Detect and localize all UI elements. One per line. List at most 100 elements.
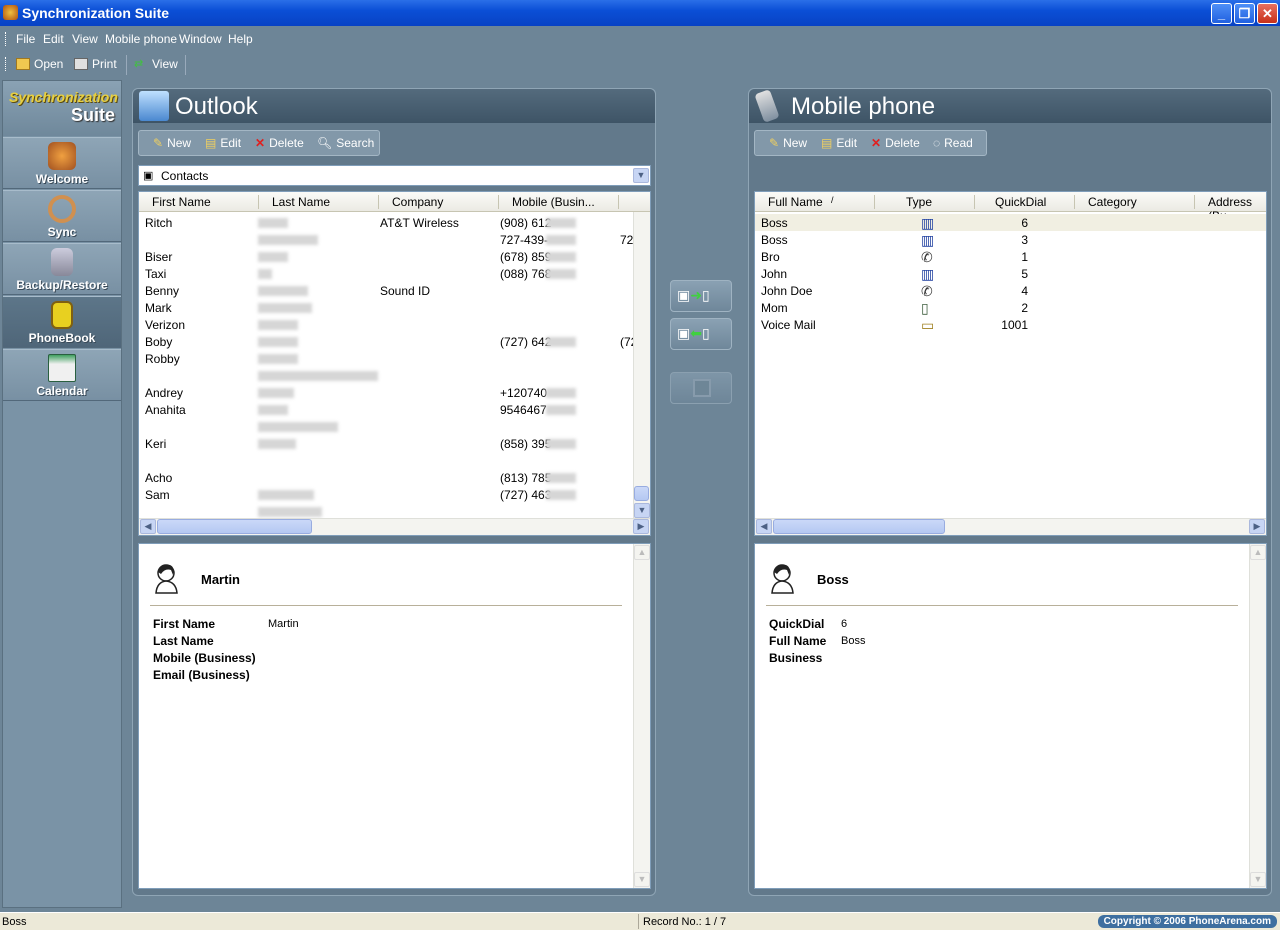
outlook-table-header: First Name Last Name Company Mobile (Bus… <box>139 192 650 212</box>
detail-label: Mobile (Business) <box>153 651 256 665</box>
mobile-table-hscrollbar[interactable]: ◀ ▶ <box>755 518 1266 535</box>
scroll-thumb[interactable] <box>773 519 945 534</box>
table-row[interactable] <box>139 367 634 384</box>
mobile-delete-button[interactable]: ✕ Delete <box>871 136 920 150</box>
scroll-thumb[interactable] <box>157 519 312 534</box>
outlook-new-label: New <box>167 136 192 150</box>
table-row[interactable]: Boss ▥ 3 <box>755 231 1266 248</box>
scroll-right-arrow[interactable]: ▶ <box>1249 519 1265 534</box>
menu-file[interactable]: File <box>16 32 35 46</box>
table-row[interactable]: Andrey +120740 <box>139 384 634 401</box>
avatar-icon <box>155 564 178 594</box>
table-row[interactable]: Anahita 9546467 <box>139 401 634 418</box>
detail-contact-name: Martin <box>201 572 240 587</box>
mobile-new-button[interactable]: ✎ New <box>769 136 807 150</box>
table-row[interactable]: Keri (858) 395 <box>139 435 634 452</box>
backup-phone-icon <box>51 248 73 276</box>
nav-sync[interactable]: Sync <box>3 190 121 242</box>
nav-backup-restore[interactable]: Backup/Restore <box>3 243 121 295</box>
col-first-name[interactable]: First Name <box>152 195 211 209</box>
col-full-name[interactable]: Full Name <box>768 195 823 209</box>
mobile-edit-button[interactable]: ▤ Edit <box>821 136 857 150</box>
col-category[interactable]: Category <box>1088 195 1137 209</box>
read-icon: ◌ <box>933 136 941 150</box>
table-row[interactable]: Biser (678) 859 <box>139 248 634 265</box>
col-mobile-business[interactable]: Mobile (Busin... <box>512 195 595 209</box>
outlook-edit-button[interactable]: ▤ Edit <box>205 136 241 150</box>
nav-welcome[interactable]: Welcome <box>3 137 121 189</box>
minimize-button[interactable]: _ <box>1211 3 1232 24</box>
table-cell: Keri <box>145 437 167 451</box>
nav-phonebook[interactable]: PhoneBook <box>3 296 121 348</box>
col-separator <box>618 195 619 209</box>
toolbar-separator <box>185 55 186 75</box>
outlook-delete-button[interactable]: ✕ Delete <box>255 136 304 150</box>
maximize-button[interactable]: ❐ <box>1234 3 1255 24</box>
table-row[interactable] <box>139 418 634 435</box>
table-row[interactable]: John ▥ 5 <box>755 265 1266 282</box>
scroll-down-arrow[interactable]: ▼ <box>634 503 650 518</box>
scroll-right-arrow[interactable]: ▶ <box>633 519 649 534</box>
table-row[interactable]: Verizon <box>139 316 634 333</box>
brand-logo: Synchronization Suite <box>3 81 121 136</box>
redacted-last-name <box>258 405 288 415</box>
menu-mobile-phone[interactable]: Mobile phone <box>105 32 177 46</box>
detail-vscrollbar[interactable]: ▲ ▼ <box>633 544 650 888</box>
menu-window[interactable]: Window <box>179 32 222 46</box>
table-cell: 3 <box>1021 233 1028 247</box>
col-type[interactable]: Type <box>906 195 932 209</box>
scroll-down-arrow[interactable]: ▼ <box>634 872 650 887</box>
table-row[interactable]: Bro ✆ 1 <box>755 248 1266 265</box>
outlook-contacts-table: First Name Last Name Company Mobile (Bus… <box>138 191 651 536</box>
outlook-table-vscrollbar[interactable]: ▼ <box>633 212 650 520</box>
mobile-new-label: New <box>783 136 808 150</box>
print-button[interactable]: Print <box>74 57 117 71</box>
menu-help[interactable]: Help <box>228 32 253 46</box>
table-row[interactable]: Benny Sound ID <box>139 282 634 299</box>
table-row[interactable]: Voice Mail ▭ 1001 <box>755 316 1266 333</box>
scroll-down-arrow[interactable]: ▼ <box>1250 872 1266 887</box>
scroll-left-arrow[interactable]: ◀ <box>140 519 156 534</box>
edit-icon: ▤ <box>821 136 833 150</box>
table-row[interactable] <box>139 452 634 469</box>
close-button[interactable]: ✕ <box>1257 3 1278 24</box>
table-row[interactable]: John Doe ✆ 4 <box>755 282 1266 299</box>
col-quickdial[interactable]: QuickDial <box>995 195 1046 209</box>
folder-select[interactable]: ▣ Contacts ▼ <box>138 165 651 186</box>
nav-calendar[interactable]: Calendar <box>3 349 121 401</box>
table-row[interactable]: Robby <box>139 350 634 367</box>
toolbar: Open Print ⇄ View <box>0 51 1280 78</box>
redacted-last-name <box>258 422 338 432</box>
redacted-phone-digits <box>546 473 576 483</box>
outlook-search-button[interactable]: 🔍︎ Search <box>317 136 374 150</box>
table-row[interactable]: Ritch AT&T Wireless (908) 612 <box>139 214 634 231</box>
save-button[interactable] <box>670 372 732 404</box>
sync-to-computer-button[interactable]: ▣⬅▯ <box>670 318 732 350</box>
menu-view[interactable]: View <box>72 32 98 46</box>
table-row[interactable]: Acho (813) 785 <box>139 469 634 486</box>
table-row[interactable]: Mark <box>139 299 634 316</box>
open-button[interactable]: Open <box>16 57 63 71</box>
outlook-new-button[interactable]: ✎ New <box>153 136 191 150</box>
scroll-left-arrow[interactable]: ◀ <box>756 519 772 534</box>
scroll-thumb[interactable] <box>634 486 649 501</box>
table-row[interactable]: Boss ▥ 6 <box>755 214 1266 231</box>
detail-vscrollbar[interactable]: ▲ ▼ <box>1249 544 1266 888</box>
outlook-table-hscrollbar[interactable]: ◀ ▶ <box>139 518 650 535</box>
sync-to-phone-button[interactable]: ▣➜▯ <box>670 280 732 312</box>
view-button[interactable]: ⇄ View <box>134 57 178 71</box>
col-separator <box>1194 195 1195 209</box>
col-last-name[interactable]: Last Name <box>272 195 330 209</box>
mobile-read-button[interactable]: ◌ Read <box>933 136 973 150</box>
table-cell: Mark <box>145 301 172 315</box>
table-row[interactable]: Mom ▯ 2 <box>755 299 1266 316</box>
table-row[interactable]: 727-439- 72 <box>139 231 634 248</box>
scroll-up-arrow[interactable]: ▲ <box>1250 545 1266 560</box>
table-row[interactable]: Taxi (088) 768 <box>139 265 634 282</box>
col-company[interactable]: Company <box>392 195 443 209</box>
scroll-up-arrow[interactable]: ▲ <box>634 545 650 560</box>
chevron-down-icon[interactable]: ▼ <box>633 168 649 183</box>
table-row[interactable]: Boby (727) 642 (72 <box>139 333 637 350</box>
menu-edit[interactable]: Edit <box>43 32 64 46</box>
table-row[interactable]: Sam (727) 463 <box>139 486 634 503</box>
